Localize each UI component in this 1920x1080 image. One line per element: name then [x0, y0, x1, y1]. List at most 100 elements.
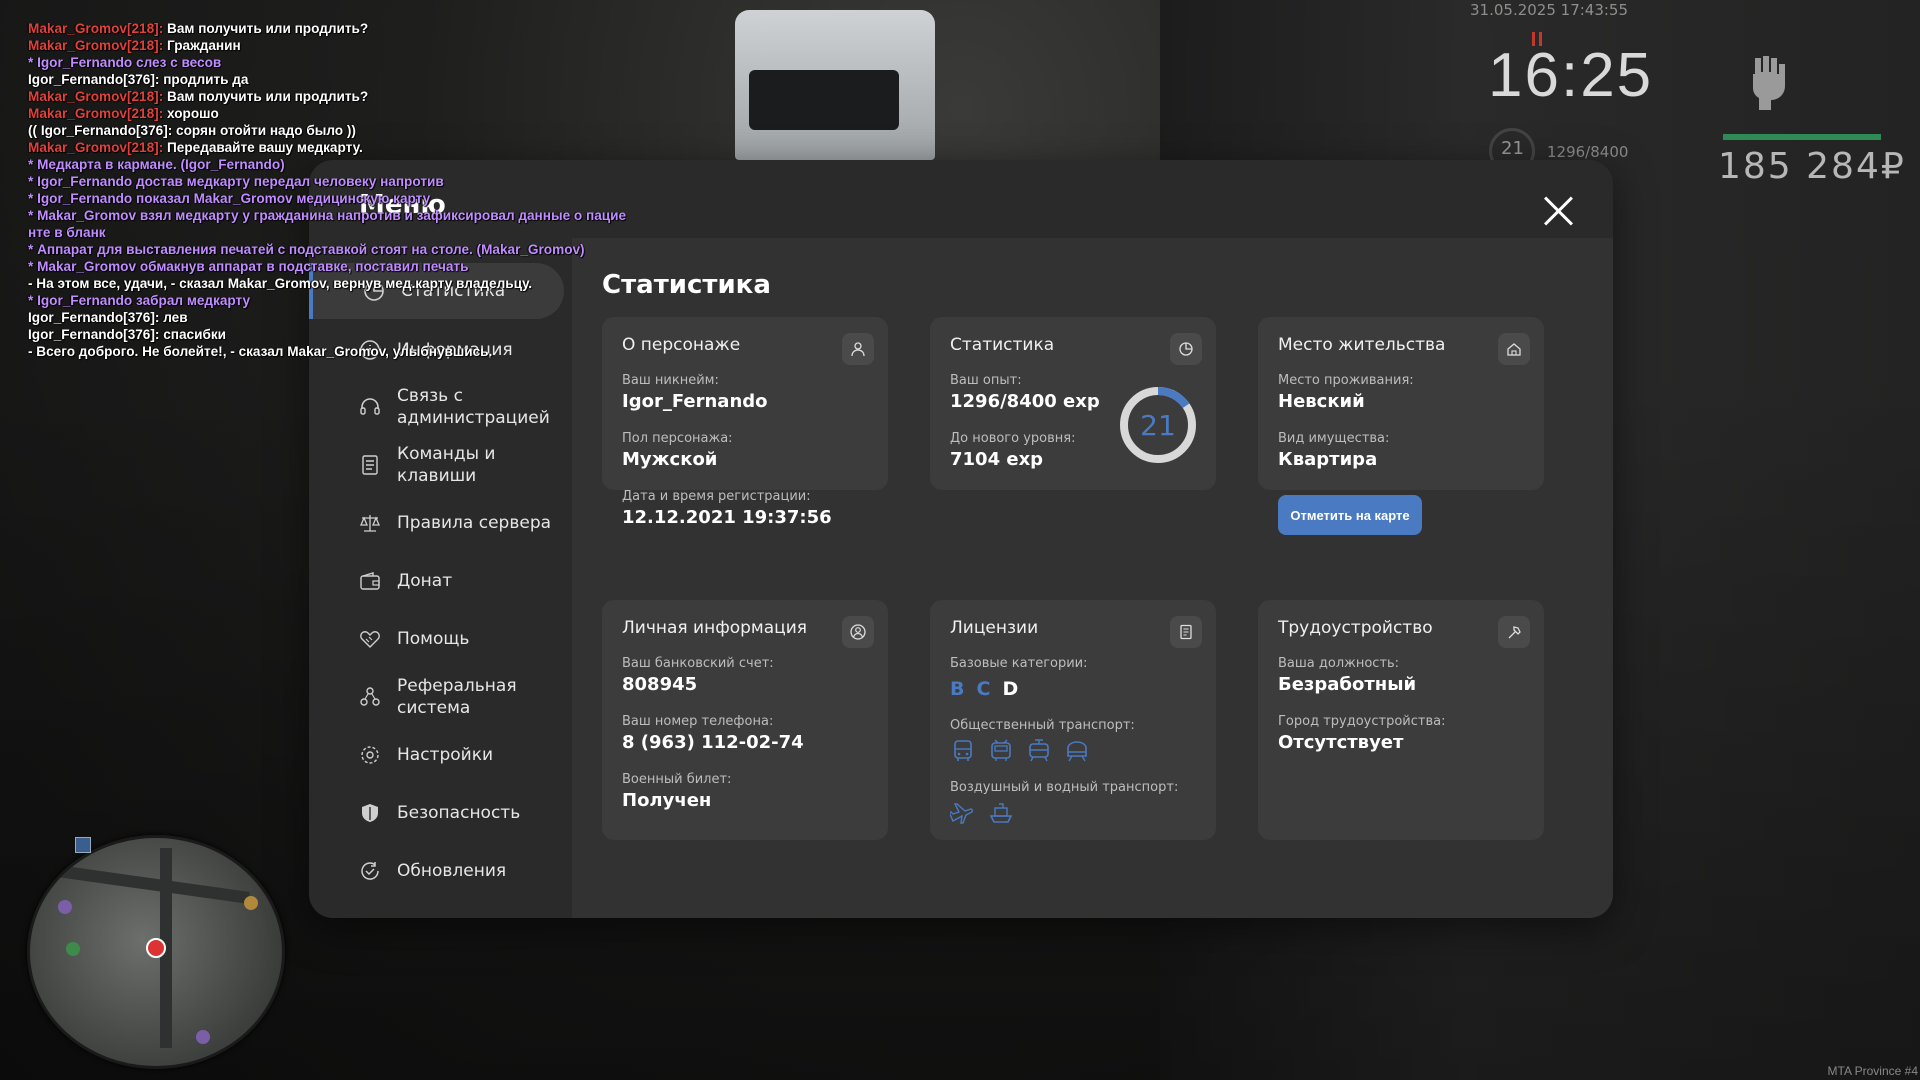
card-title: Лицензии: [950, 618, 1039, 638]
minimap-north-icon: [75, 837, 91, 853]
residence-place-label: Место проживания:: [1278, 373, 1414, 388]
chat-line: * Igor_Fernando достав медкарту передал …: [28, 173, 626, 190]
chat-line: Makar_Gromov[218]: хорошо: [28, 105, 626, 122]
chat-line: Igor_Fernando[376]: продлить да: [28, 71, 626, 88]
chat-line: * Igor_Fernando забрал медкарту: [28, 292, 626, 309]
bus-icon: [954, 740, 972, 761]
scales-icon: [357, 510, 383, 536]
list-icon: [357, 452, 383, 478]
card-residence: Место жительства Место проживания: Невск…: [1258, 317, 1544, 535]
sidebar-item-admin-contact[interactable]: Связь с администрацией: [309, 379, 564, 435]
chat-text: Вам получить или продлить?: [163, 89, 369, 104]
mark-on-map-button[interactable]: Отметить на карте: [1278, 495, 1422, 535]
chat-line: * Аппарат для выставления печатей с подс…: [28, 241, 626, 258]
chat-line: Igor_Fernando[376]: лев: [28, 309, 626, 326]
sidebar-item-updates[interactable]: Обновления: [309, 843, 564, 899]
headset-icon: [357, 394, 383, 420]
chat-text: Makar_Gromov[218]:: [28, 106, 164, 121]
chat-line: * Igor_Fernando показал Makar_Gromov мед…: [28, 190, 626, 207]
exp-value: 1296/8400 exp: [950, 391, 1100, 412]
hud-exp: 1296/8400: [1547, 143, 1629, 161]
card-title: Статистика: [950, 335, 1055, 355]
license-categories: B C D: [950, 678, 1018, 700]
license-category-d: D: [1002, 678, 1019, 700]
chat-line: Makar_Gromov[218]: Вам получить или прод…: [28, 88, 626, 105]
chat-line: - На этом все, удачи, - сказал Makar_Gro…: [28, 275, 626, 292]
chat-text: Передавайте вашу медкарту.: [163, 140, 363, 155]
air-water-transport-icons: [950, 800, 1014, 826]
sex-label: Пол персонажа:: [622, 431, 733, 446]
chat-text: - На этом все, удачи, - сказал Makar_Gro…: [28, 276, 533, 291]
metro-icon: [1067, 741, 1087, 762]
chat-line: Makar_Gromov[218]: Передавайте вашу медк…: [28, 139, 626, 156]
sidebar-item-commands[interactable]: Команды и клавиши: [309, 437, 564, 493]
card-statistics: Статистика Ваш опыт: 1296/8400 exp До но…: [930, 317, 1216, 490]
public-transport-label: Общественный транспорт:: [950, 718, 1135, 733]
sidebar-item-settings[interactable]: Настройки: [309, 727, 564, 783]
chat-line: * Медкарта в кармане. (Igor_Fernando): [28, 156, 626, 173]
card-title: Место жительства: [1278, 335, 1446, 355]
plane-icon: [950, 803, 974, 824]
chat-text: Igor_Fernando[376]: продлить да: [28, 72, 249, 87]
exp-label: Ваш опыт:: [950, 373, 1022, 388]
hud-clock: 16:25: [1488, 41, 1654, 110]
sidebar-item-help[interactable]: Помощь: [309, 611, 564, 667]
update-icon: [357, 858, 383, 884]
chat-text: Makar_Gromov[218]:: [28, 38, 164, 53]
chat-text: Гражданин: [163, 38, 241, 53]
chat-log: Makar_Gromov[218]: Вам получить или прод…: [28, 20, 626, 360]
sidebar-item-label: Донат: [397, 571, 453, 591]
content-title: Статистика: [602, 270, 771, 300]
property-type-value: Квартира: [1278, 449, 1378, 470]
sidebar-item-label: Безопасность: [397, 803, 521, 823]
sidebar-item-referral[interactable]: Реферальная система: [309, 669, 564, 725]
next-level-label: До нового уровня:: [950, 431, 1076, 446]
level-progress-ring: 21: [1120, 387, 1196, 463]
phone-label: Ваш номер телефона:: [622, 714, 774, 729]
card-title: Трудоустройство: [1278, 618, 1433, 638]
tram-icon: [1029, 739, 1049, 762]
close-button[interactable]: [1541, 194, 1575, 228]
registration-value: 12.12.2021 19:37:56: [622, 507, 832, 528]
chat-text: * Makar_Gromov взял медкарту у гражданин…: [28, 208, 627, 223]
minimap-blip-icon: [244, 896, 258, 910]
chat-text: нте в бланк: [28, 225, 106, 240]
sidebar-item-security[interactable]: Безопасность: [309, 785, 564, 841]
sidebar-item-label: Команды и клавиши: [397, 444, 496, 486]
hammer-icon: [1498, 616, 1530, 648]
handshake-icon: [357, 626, 383, 652]
card-title: О персонаже: [622, 335, 741, 355]
card-character: О персонаже Ваш никнейм: Igor_Fernando П…: [602, 317, 888, 528]
military-id-value: Получен: [622, 790, 712, 811]
card-licenses: Лицензии Базовые категории: B C D Общест…: [930, 600, 1216, 840]
id-card-icon: [1170, 616, 1202, 648]
job-city-value: Отсутствует: [1278, 732, 1404, 753]
card-employment: Трудоустройство Ваша должность: Безработ…: [1258, 600, 1544, 840]
sidebar-item-label: Обновления: [397, 861, 507, 881]
minimap-blip-icon: [66, 942, 80, 956]
chat-text: * Igor_Fernando слез с весов: [28, 55, 222, 70]
residence-place-value: Невский: [1278, 391, 1365, 412]
card-title: Личная информация: [622, 618, 808, 638]
sidebar-item-rules[interactable]: Правила сервера: [309, 495, 564, 551]
house-icon: [1498, 333, 1530, 365]
user-circle-icon: [842, 616, 874, 648]
license-category-b: B: [950, 678, 965, 700]
sidebar-item-label: Правила сервера: [397, 513, 552, 533]
chat-text: Вам получить или продлить?: [163, 21, 369, 36]
minimap-blip-icon: [58, 900, 72, 914]
sidebar-item-donate[interactable]: Донат: [309, 553, 564, 609]
license-category-c: C: [976, 678, 991, 700]
chat-text: Makar_Gromov[218]:: [28, 140, 164, 155]
air-water-transport-label: Воздушный и водный транспорт:: [950, 780, 1179, 795]
fist-icon: [1753, 56, 1785, 110]
sidebar-item-label: Настройки: [397, 745, 494, 765]
base-categories-label: Базовые категории:: [950, 656, 1088, 671]
hud-money: 185 284₽: [1718, 146, 1906, 187]
military-id-label: Военный билет:: [622, 772, 732, 787]
property-type-label: Вид имущества:: [1278, 431, 1390, 446]
user-icon: [842, 333, 874, 365]
level-number: 21: [1140, 409, 1176, 442]
chat-line: (( Igor_Fernando[376]: сорян отойти надо…: [28, 122, 626, 139]
chat-line: - Всего доброго. Не болейте!, - сказал M…: [28, 343, 626, 360]
